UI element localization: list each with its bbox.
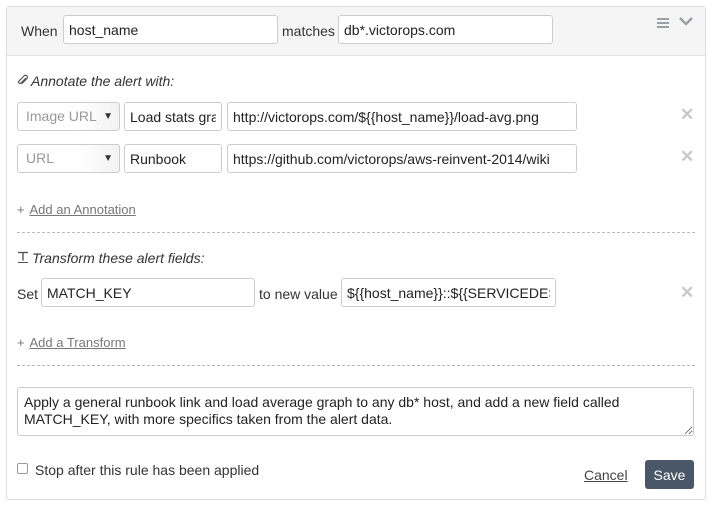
annotation-type-value: Image URL	[26, 108, 97, 124]
annotation-value-input[interactable]	[227, 102, 577, 131]
annotate-section-title: Annotate the alert with:	[17, 73, 174, 89]
section-divider	[17, 365, 695, 366]
annotation-type-select[interactable]: URL ▼	[17, 144, 120, 173]
text-transform-icon	[17, 250, 29, 266]
cancel-button[interactable]: Cancel	[584, 467, 628, 483]
annotation-label-input[interactable]	[124, 102, 222, 131]
plus-icon: +	[17, 335, 25, 350]
add-annotation-label[interactable]: Add an Annotation	[30, 202, 136, 217]
stop-after-rule-label: Stop after this rule has been applied	[35, 462, 260, 478]
matches-label: matches	[282, 23, 335, 39]
rule-card: When matches Annotate the alert with: Im…	[6, 6, 706, 500]
transform-section-title: Transform these alert fields:	[17, 250, 204, 266]
when-label: When	[21, 23, 58, 39]
chevron-down-icon[interactable]	[679, 16, 693, 26]
dropdown-caret-icon: ▼	[103, 153, 113, 164]
annotation-type-select[interactable]: Image URL ▼	[17, 102, 120, 131]
match-pattern-input[interactable]	[338, 15, 553, 44]
annotation-label-input[interactable]	[124, 144, 222, 173]
transform-section-label: Transform these alert fields:	[32, 250, 205, 266]
remove-annotation-icon[interactable]: ✕	[680, 148, 694, 165]
annotate-section-label: Annotate the alert with:	[31, 73, 175, 89]
when-field-input[interactable]	[63, 15, 278, 44]
rule-description-textarea[interactable]: Apply a general runbook link and load av…	[17, 387, 694, 436]
add-transform-link[interactable]: + Add a Transform	[17, 335, 126, 350]
remove-annotation-icon[interactable]: ✕	[680, 106, 694, 123]
add-transform-label[interactable]: Add a Transform	[30, 335, 126, 350]
add-annotation-link[interactable]: + Add an Annotation	[17, 202, 136, 217]
section-divider	[17, 232, 695, 233]
to-new-value-label: to new value	[259, 286, 338, 302]
transform-field-input[interactable]	[41, 278, 255, 307]
stop-after-rule-checkbox[interactable]	[17, 463, 28, 474]
annotation-type-value: URL	[26, 150, 55, 166]
annotation-value-input[interactable]	[227, 144, 577, 173]
paperclip-icon	[17, 73, 28, 89]
save-button[interactable]: Save	[645, 460, 694, 489]
dropdown-caret-icon: ▼	[103, 111, 113, 122]
set-label: Set	[17, 286, 39, 302]
remove-transform-icon[interactable]: ✕	[680, 284, 694, 301]
rule-condition-bar: When matches	[7, 7, 705, 56]
transform-value-input[interactable]	[341, 278, 556, 307]
hamburger-icon[interactable]	[657, 18, 669, 28]
plus-icon: +	[17, 202, 25, 217]
